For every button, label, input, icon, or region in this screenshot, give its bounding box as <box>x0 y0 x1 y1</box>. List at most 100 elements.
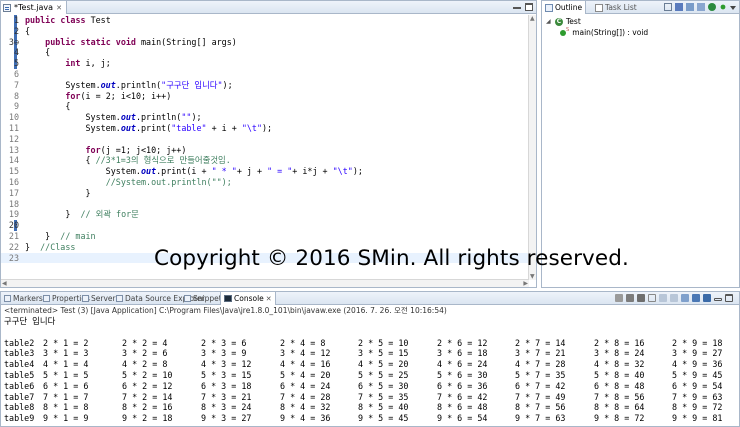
code-line[interactable]: 9 { <box>1 101 529 112</box>
markers-icon <box>4 295 11 302</box>
close-icon[interactable]: ✕ <box>56 4 62 12</box>
minimize-icon[interactable] <box>513 7 521 9</box>
multiplication-cell: 8 * 1 = 8 <box>43 402 89 413</box>
multiplication-cell: 3 * 9 = 27 <box>672 348 723 359</box>
code-token: public <box>45 36 76 47</box>
multiplication-cell: 2 * 7 = 14 <box>515 337 566 348</box>
code-line[interactable]: 6 <box>1 69 529 80</box>
expand-arrow-icon[interactable]: ◢ <box>546 18 552 25</box>
editor-vertical-scrollbar[interactable]: ▲ ▼ <box>528 15 536 280</box>
code-token: + i*j + <box>292 166 333 177</box>
multiplication-cell: 9 * 4 = 36 <box>280 413 331 424</box>
code-line[interactable]: 2{ <box>1 26 529 37</box>
code-token: { <box>25 25 31 36</box>
tab-task-list[interactable]: Task List <box>592 1 640 14</box>
sort-icon[interactable] <box>675 3 683 11</box>
scroll-up-icon[interactable]: ▲ <box>530 15 535 22</box>
tab-task-list-label: Task List <box>605 3 637 12</box>
scroll-lock-icon[interactable] <box>659 294 667 302</box>
tab-markers[interactable]: Markers <box>4 292 43 305</box>
multiplication-cell: 5 * 9 = 45 <box>672 369 723 380</box>
code-line[interactable]: 1 public class Test <box>1 15 529 26</box>
code-text: } // main <box>25 231 95 242</box>
tab-servers[interactable]: Servers <box>82 292 120 305</box>
code-line[interactable]: 12 <box>1 134 529 145</box>
multiplication-cell: 6 * 6 = 36 <box>437 380 488 391</box>
code-line[interactable]: 7 System.out.println("구구단 입니다"); <box>1 80 529 91</box>
hide-nonpublic-icon[interactable] <box>708 3 716 11</box>
view-menu-icon[interactable] <box>730 6 736 10</box>
code-token: static <box>80 36 111 47</box>
code-line[interactable]: 17 } <box>1 188 529 199</box>
terminate-icon[interactable] <box>615 294 623 302</box>
console-output[interactable]: 구구단 입니다 table2 2 * 1 = 2 2 * 2 = 4 2 * 3 = … <box>1 316 739 424</box>
code-line[interactable]: 11 System.out.print("table" + i + "\t"); <box>1 123 529 134</box>
code-line[interactable]: 21 } // main <box>1 231 529 242</box>
code-token: "\t" <box>332 166 353 177</box>
line-number: 12 <box>8 133 19 144</box>
code-token: int <box>65 58 81 69</box>
multiplication-cell: 7 * 4 = 28 <box>280 391 331 402</box>
code-line[interactable]: 18 <box>1 199 529 210</box>
display-console-icon[interactable] <box>692 294 700 302</box>
hide-static-icon[interactable] <box>697 3 705 11</box>
focus-active-icon[interactable] <box>720 4 726 10</box>
hide-fields-icon[interactable] <box>686 3 694 11</box>
code-line[interactable]: 13 for(j =1; j<10; j++) <box>1 145 529 156</box>
word-wrap-icon[interactable] <box>670 294 678 302</box>
maximize-icon[interactable] <box>525 3 533 11</box>
code-line[interactable]: 15 System.out.print(i + " * "+ j + " = "… <box>1 166 529 177</box>
outline-tree: ◢ C Test S main(String[]) : void <box>546 16 648 38</box>
code-line[interactable]: 4 { <box>1 47 529 58</box>
code-token: } <box>25 241 41 252</box>
code-line[interactable]: 5 int i, j; <box>1 58 529 69</box>
outline-method-node[interactable]: S main(String[]) : void <box>546 27 648 38</box>
java-file-icon <box>3 3 11 12</box>
code-token: class <box>60 15 86 25</box>
collapse-all-icon[interactable] <box>664 3 672 11</box>
multiplication-cell: 3 * 8 = 24 <box>594 348 645 359</box>
multiplication-cell: 4 * 5 = 20 <box>358 359 409 370</box>
code-token: "구구단 입니다" <box>161 79 223 90</box>
clear-console-icon[interactable] <box>648 294 656 302</box>
editor-tab-test-java[interactable]: *Test.java ✕ <box>1 1 67 14</box>
close-icon[interactable]: ✕ <box>266 295 272 303</box>
tab-console[interactable]: Console ✕ <box>220 292 276 305</box>
scroll-right-icon[interactable]: ▶ <box>523 280 528 288</box>
code-line[interactable]: 14 { //3*1=3의 형식으로 만들어줄것임. <box>1 155 529 166</box>
code-text: } // 외곽 for문 <box>25 209 139 220</box>
code-line[interactable]: 19 } // 외곽 for문 <box>1 209 529 220</box>
console-toolbar <box>615 294 733 302</box>
maximize-icon[interactable] <box>725 294 733 302</box>
line-number: 5 <box>13 58 19 69</box>
multiplication-cell: 7 * 2 = 14 <box>122 391 173 402</box>
multiplication-cell: 4 * 2 = 8 <box>122 359 168 370</box>
code-line[interactable]: 3⊖ public static void main(String[] args… <box>1 37 529 48</box>
multiplication-cell: 4 * 6 = 24 <box>437 359 488 370</box>
code-line[interactable]: 10 System.out.println(""); <box>1 112 529 123</box>
multiplication-cell: 9 * 1 = 9 <box>43 413 89 424</box>
multiplication-cell: 4 * 3 = 12 <box>201 359 252 370</box>
remove-all-icon[interactable] <box>637 294 645 302</box>
scroll-down-icon[interactable]: ▼ <box>530 273 535 280</box>
code-line[interactable]: 8 for(i = 2; i<10; i++) <box>1 91 529 102</box>
code-token: //3*1=3의 형식으로 만들어줄것임. <box>95 155 231 166</box>
open-console-icon[interactable] <box>703 294 711 302</box>
multiplication-cell: 2 * 1 = 2 <box>43 337 89 348</box>
remove-launch-icon[interactable] <box>626 294 634 302</box>
code-token: { <box>25 101 71 112</box>
code-line[interactable]: 20 <box>1 220 529 231</box>
code-line[interactable]: 16 //System.out.println(""); <box>1 177 529 188</box>
minimize-icon[interactable] <box>714 298 722 301</box>
multiplication-cell: 8 * 6 = 48 <box>437 402 488 413</box>
pin-console-icon[interactable] <box>681 294 689 302</box>
code-editor[interactable]: 1 public class Test 2{3⊖ public static voi… <box>1 15 529 280</box>
tab-outline[interactable]: Outline <box>542 1 587 14</box>
editor-horizontal-scrollbar[interactable]: ◀ ▶ <box>1 279 529 287</box>
code-text: for(j =1; j<10; j++) <box>25 144 187 156</box>
scroll-left-icon[interactable]: ◀ <box>2 280 7 288</box>
outline-class-node[interactable]: ◢ C Test <box>546 16 648 27</box>
code-token: for <box>85 144 101 155</box>
code-token: // 외곽 for문 <box>80 209 139 220</box>
